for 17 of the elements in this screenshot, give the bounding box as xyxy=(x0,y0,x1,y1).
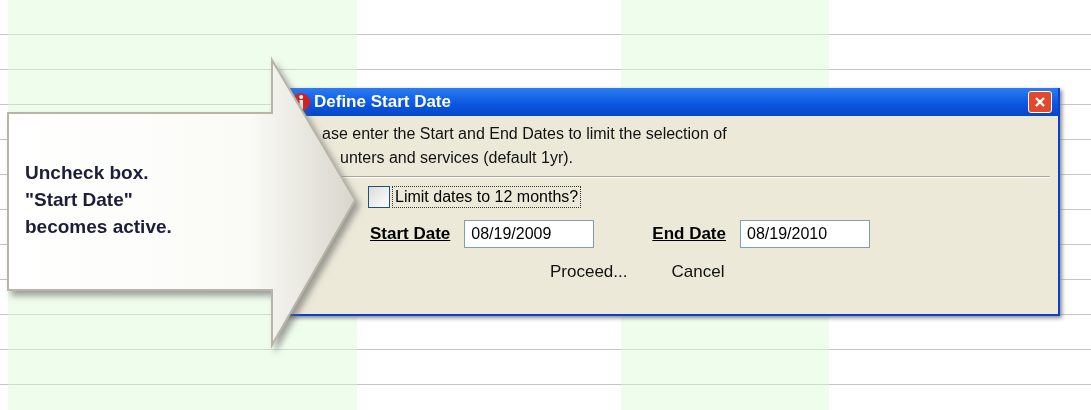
close-icon xyxy=(1033,95,1047,109)
limit-checkbox[interactable]: Limit dates to 12 months? xyxy=(368,186,1058,208)
callout-text: "Start Date" xyxy=(25,188,134,212)
field-label: Start Date xyxy=(370,224,451,244)
dialog-button[interactable]: Cancel xyxy=(671,262,725,282)
window-title: Define Start Date xyxy=(314,92,451,112)
callout-text: Uncheck box. xyxy=(25,161,150,185)
date-field[interactable]: 08/19/2009 xyxy=(464,220,595,248)
message-text: ase enter the Start and End Dates to limit the selection of xyxy=(322,124,728,144)
close-button[interactable] xyxy=(1028,91,1052,113)
date-field[interactable]: 08/19/2010 xyxy=(740,220,870,248)
callout-text: becomes active. xyxy=(25,215,172,239)
dialog-button[interactable]: Proceed... xyxy=(550,262,628,282)
field-label: End Date xyxy=(652,224,726,244)
message-text: unters and services (default 1yr). xyxy=(339,148,574,168)
checkbox[interactable] xyxy=(368,186,390,208)
checkbox-label: Limit dates to 12 months? xyxy=(392,186,582,208)
